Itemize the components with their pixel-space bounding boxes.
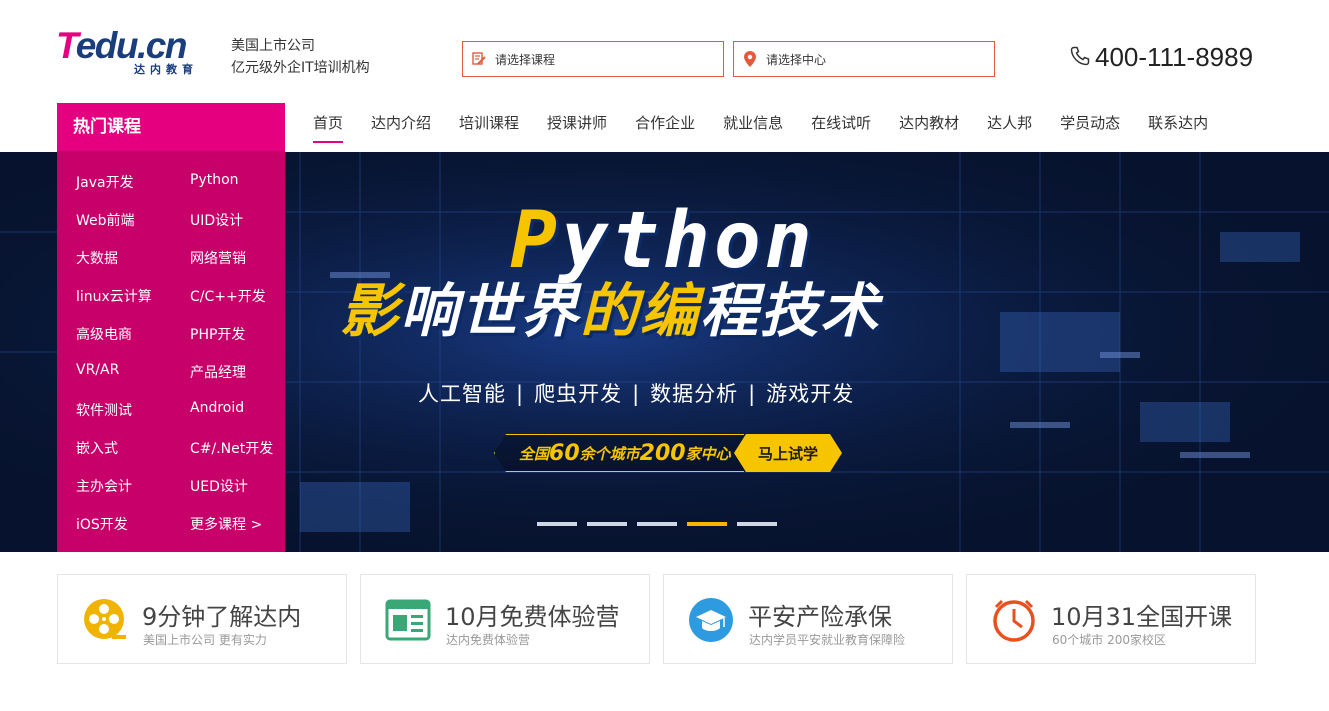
tag-separator: | xyxy=(632,382,641,406)
hotline: 400-111-8989 xyxy=(1070,42,1253,73)
banner-subtitle: 影响世界的编程技术 xyxy=(340,277,881,345)
try-now-button[interactable]: 马上试学 xyxy=(734,434,842,472)
slider-dot-active[interactable] xyxy=(687,522,727,526)
tag-game-dev: 游戏开发 xyxy=(766,382,855,406)
main-nav: 首页 达内介绍 培训课程 授课讲师 合作企业 就业信息 在线试听 达内教材 达人… xyxy=(285,103,1208,151)
tag-data-analysis: 数据分析 xyxy=(650,382,739,406)
feature-card-intro[interactable]: 9分钟了解达内 美国上市公司 更有实力 xyxy=(57,574,347,664)
edit-icon xyxy=(471,51,487,67)
cta-info: 全国 60 余个城市 200 家中心 xyxy=(494,434,744,472)
feature-subtitle: 美国上市公司 更有实力 xyxy=(143,633,267,647)
slider-dots xyxy=(537,522,787,526)
course-sidebar: Java开发 Python Web前端 UID设计 大数据 网络营销 linux… xyxy=(57,151,285,552)
feature-subtitle: 达内学员平安就业教育保障险 xyxy=(749,633,906,647)
sidebar-item-accounting[interactable]: 主办会计 xyxy=(76,476,132,496)
clock-icon xyxy=(993,599,1035,642)
tag-ai: 人工智能 xyxy=(418,382,506,406)
sidebar-item-java[interactable]: Java开发 xyxy=(76,172,134,192)
sidebar-item-ued[interactable]: UED设计 xyxy=(190,476,248,496)
feature-title: 9分钟了解达内 xyxy=(142,603,302,631)
nav-item-contact[interactable]: 联系达内 xyxy=(1148,103,1208,151)
tag-separator: | xyxy=(748,382,757,406)
course-select[interactable]: 请选择课程 xyxy=(462,41,724,77)
sidebar-item-linux[interactable]: linux云计算 xyxy=(76,286,152,306)
tag-separator: | xyxy=(516,382,525,406)
news-card-icon xyxy=(385,599,431,641)
feature-title: 10月免费体验营 xyxy=(445,603,620,631)
slider-dot[interactable] xyxy=(537,522,577,526)
nav-item-textbooks[interactable]: 达内教材 xyxy=(899,103,959,151)
logo-wordmark: Tedu.cn xyxy=(56,25,187,66)
slogan-line-1: 美国上市公司 xyxy=(231,38,315,54)
center-select[interactable]: 请选择中心 xyxy=(733,41,995,77)
banner-tags: 人工智能 | 爬虫开发 | 数据分析 | 游戏开发 xyxy=(418,378,854,408)
slider-dot[interactable] xyxy=(587,522,627,526)
graduation-cap-icon xyxy=(689,598,733,642)
slider-dot[interactable] xyxy=(737,522,777,526)
tag-crawler: 爬虫开发 xyxy=(534,382,623,406)
feature-subtitle: 达内免费体验营 xyxy=(446,633,531,647)
slogan-line-2: 亿元级外企IT培训机构 xyxy=(231,60,370,76)
banner-cta: 全国 60 余个城市 200 家中心 马上试学 xyxy=(494,434,842,472)
film-reel-icon xyxy=(84,599,126,639)
sidebar-item-bigdata[interactable]: 大数据 xyxy=(76,248,118,268)
sidebar-item-dotnet[interactable]: C#/.Net开发 xyxy=(190,438,273,458)
nav-item-teachers[interactable]: 授课讲师 xyxy=(547,103,607,151)
nav-item-jobs[interactable]: 就业信息 xyxy=(723,103,783,151)
sidebar-item-marketing[interactable]: 网络营销 xyxy=(190,248,246,268)
sidebar-item-testing[interactable]: 软件测试 xyxy=(76,400,132,420)
feature-card-trial-camp[interactable]: 10月免费体验营 达内免费体验营 xyxy=(360,574,650,664)
banner-title: Python xyxy=(510,196,816,286)
nav-item-darenbang[interactable]: 达人邦 xyxy=(987,103,1032,151)
logo-subtitle: 达内教育 xyxy=(134,63,198,76)
nav-item-about[interactable]: 达内介绍 xyxy=(371,103,431,151)
header: Tedu.cn 达内教育 美国上市公司 亿元级外企IT培训机构 请选择课程 请选… xyxy=(0,0,1329,103)
sidebar-item-vrar[interactable]: VR/AR xyxy=(76,362,119,378)
page: Tedu.cn 达内教育 美国上市公司 亿元级外企IT培训机构 请选择课程 请选… xyxy=(0,0,1329,711)
slogan: 美国上市公司 亿元级外企IT培训机构 xyxy=(231,35,370,79)
hot-courses-heading: 热门课程 xyxy=(57,103,285,151)
sidebar-item-python[interactable]: Python xyxy=(190,172,239,188)
slider-dot[interactable] xyxy=(637,522,677,526)
sidebar-item-uid[interactable]: UID设计 xyxy=(190,210,243,230)
nav-item-student-news[interactable]: 学员动态 xyxy=(1060,103,1120,151)
center-select-placeholder: 请选择中心 xyxy=(766,52,827,67)
logo[interactable]: Tedu.cn 达内教育 xyxy=(56,25,212,77)
phone-number: 400-111-8989 xyxy=(1095,42,1254,72)
sidebar-item-android[interactable]: Android xyxy=(190,400,244,416)
sidebar-item-ios[interactable]: iOS开发 xyxy=(76,514,128,534)
sidebar-item-embedded[interactable]: 嵌入式 xyxy=(76,438,118,458)
feature-card-insurance[interactable]: 平安产险承保 达内学员平安就业教育保障险 xyxy=(663,574,953,664)
feature-title: 平安产险承保 xyxy=(748,603,892,631)
sidebar-item-pm[interactable]: 产品经理 xyxy=(190,362,246,382)
course-select-placeholder: 请选择课程 xyxy=(495,52,556,67)
nav-item-partners[interactable]: 合作企业 xyxy=(635,103,695,151)
nav-item-online-trial[interactable]: 在线试听 xyxy=(811,103,871,151)
feature-title: 10月31全国开课 xyxy=(1051,603,1233,631)
feature-subtitle: 60个城市 200家校区 xyxy=(1052,633,1166,647)
sidebar-item-web[interactable]: Web前端 xyxy=(76,210,135,230)
sidebar-item-ecommerce[interactable]: 高级电商 xyxy=(76,324,132,344)
nav-item-courses[interactable]: 培训课程 xyxy=(459,103,519,151)
location-pin-icon xyxy=(742,51,758,67)
sidebar-item-php[interactable]: PHP开发 xyxy=(190,324,245,344)
sidebar-item-more[interactable]: 更多课程 > xyxy=(190,514,262,534)
feature-card-class-start[interactable]: 10月31全国开课 60个城市 200家校区 xyxy=(966,574,1256,664)
sidebar-item-cpp[interactable]: C/C++开发 xyxy=(190,286,266,306)
phone-icon xyxy=(1070,46,1090,70)
nav-item-home[interactable]: 首页 xyxy=(313,103,344,151)
